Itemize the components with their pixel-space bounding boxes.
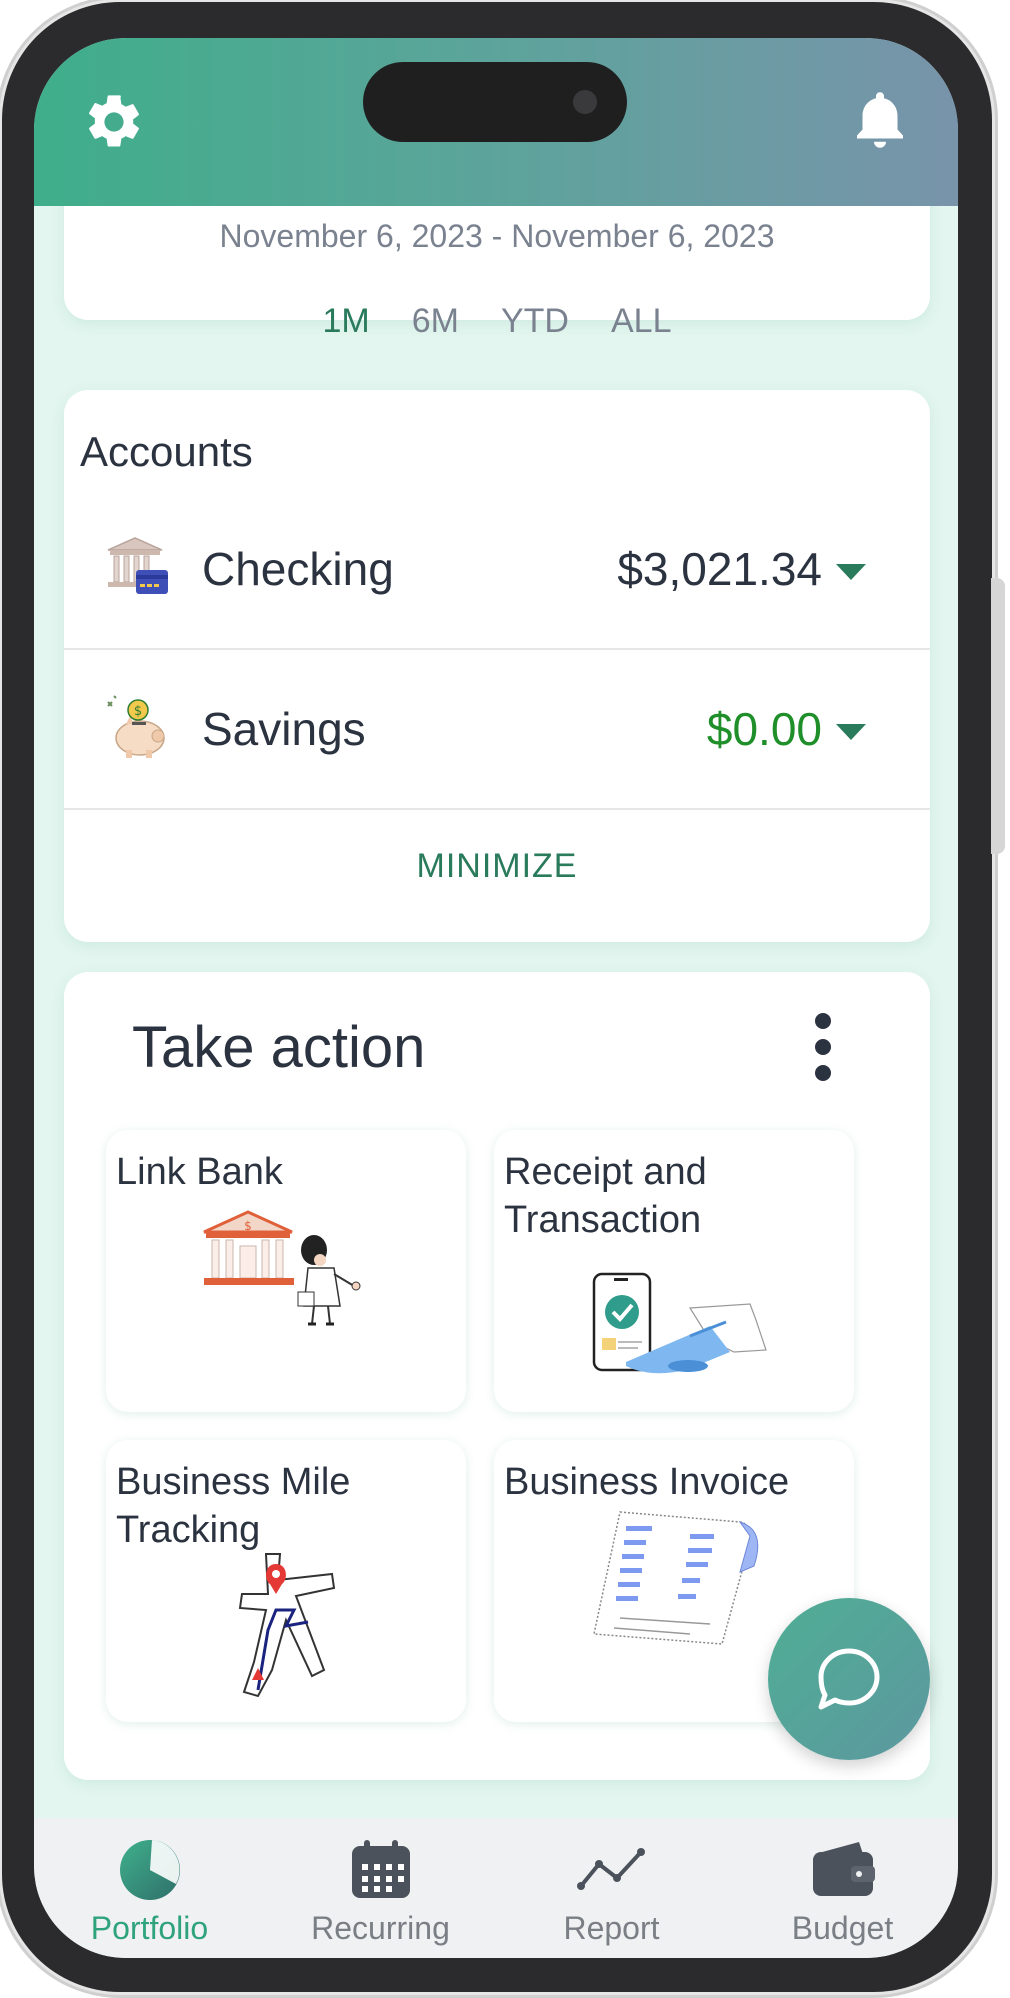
svg-text:$: $ xyxy=(134,704,142,719)
account-name: Savings xyxy=(202,703,366,755)
gear-icon[interactable] xyxy=(82,90,146,154)
tile-label: Link Bank xyxy=(116,1151,283,1193)
nav-budget[interactable]: Budget xyxy=(727,1818,958,1958)
tab-1m[interactable]: 1M xyxy=(323,302,370,341)
tab-6m[interactable]: 6M xyxy=(412,302,459,341)
bottom-nav: Portfolio Recurring Report Budget xyxy=(34,1818,958,1958)
nav-label: Portfolio xyxy=(90,1910,209,1946)
map-route-illustration-icon xyxy=(238,1553,336,1698)
nav-label: Budget xyxy=(791,1910,894,1946)
tile-label: Business Invoice xyxy=(504,1461,790,1503)
account-row-checking[interactable]: Checking $3,021.34 xyxy=(64,490,930,650)
invoice-illustration-icon xyxy=(593,1511,759,1645)
piggy-bank-icon: $ xyxy=(107,695,165,758)
date-range-text: November 6, 2023 - November 6, 2023 xyxy=(219,218,775,254)
account-amount: $3,021.34 xyxy=(617,543,822,595)
line-chart-icon xyxy=(576,1848,645,1890)
tile-label: Business Mile Tracking xyxy=(116,1461,351,1551)
minimize-button[interactable]: MINIMIZE xyxy=(64,810,930,922)
account-row-savings[interactable]: $ Savings $0.00 xyxy=(64,650,930,810)
chat-bubble-icon xyxy=(818,1648,880,1710)
business-mile-tracking-tile[interactable]: Business Mile Tracking xyxy=(106,1440,466,1722)
nav-label: Recurring xyxy=(311,1910,450,1946)
accounts-title: Accounts xyxy=(80,428,253,475)
phone-payment-illustration-icon xyxy=(592,1272,767,1374)
svg-text:$: $ xyxy=(244,1219,252,1233)
caret-down-icon[interactable] xyxy=(836,722,866,742)
side-button xyxy=(991,578,1005,854)
nav-recurring[interactable]: Recurring xyxy=(265,1818,496,1958)
nav-label: Report xyxy=(563,1910,660,1946)
dynamic-island xyxy=(363,62,627,142)
bank-person-illustration-icon: $ xyxy=(203,1210,361,1326)
chat-button[interactable] xyxy=(768,1598,930,1760)
app-screen: November 6, 2023 - November 6, 2023 1M 6… xyxy=(34,38,958,1958)
wallet-icon xyxy=(812,1842,875,1896)
nav-portfolio[interactable]: Portfolio xyxy=(34,1818,265,1958)
tab-all[interactable]: ALL xyxy=(611,302,672,341)
period-tabs: 1M 6M YTD ALL xyxy=(64,302,930,341)
receipt-transaction-tile[interactable]: Receipt and Transaction xyxy=(494,1130,854,1412)
tile-label: Receipt and Transaction xyxy=(504,1151,707,1241)
more-vertical-icon[interactable] xyxy=(808,1010,838,1084)
nav-report[interactable]: Report xyxy=(496,1818,727,1958)
account-amount: $0.00 xyxy=(706,703,822,755)
tab-ytd[interactable]: YTD xyxy=(501,302,569,341)
bell-icon[interactable] xyxy=(850,88,910,154)
bank-card-icon xyxy=(107,537,168,594)
caret-down-icon[interactable] xyxy=(836,562,866,582)
take-action-title: Take action xyxy=(132,1015,426,1080)
accounts-card: Accounts Checking $3,021.34 $ Savings $0… xyxy=(64,390,930,942)
link-bank-tile[interactable]: Link Bank $ xyxy=(106,1130,466,1412)
account-name: Checking xyxy=(202,543,394,595)
pie-chart-icon xyxy=(119,1840,180,1900)
calendar-icon xyxy=(351,1840,410,1898)
